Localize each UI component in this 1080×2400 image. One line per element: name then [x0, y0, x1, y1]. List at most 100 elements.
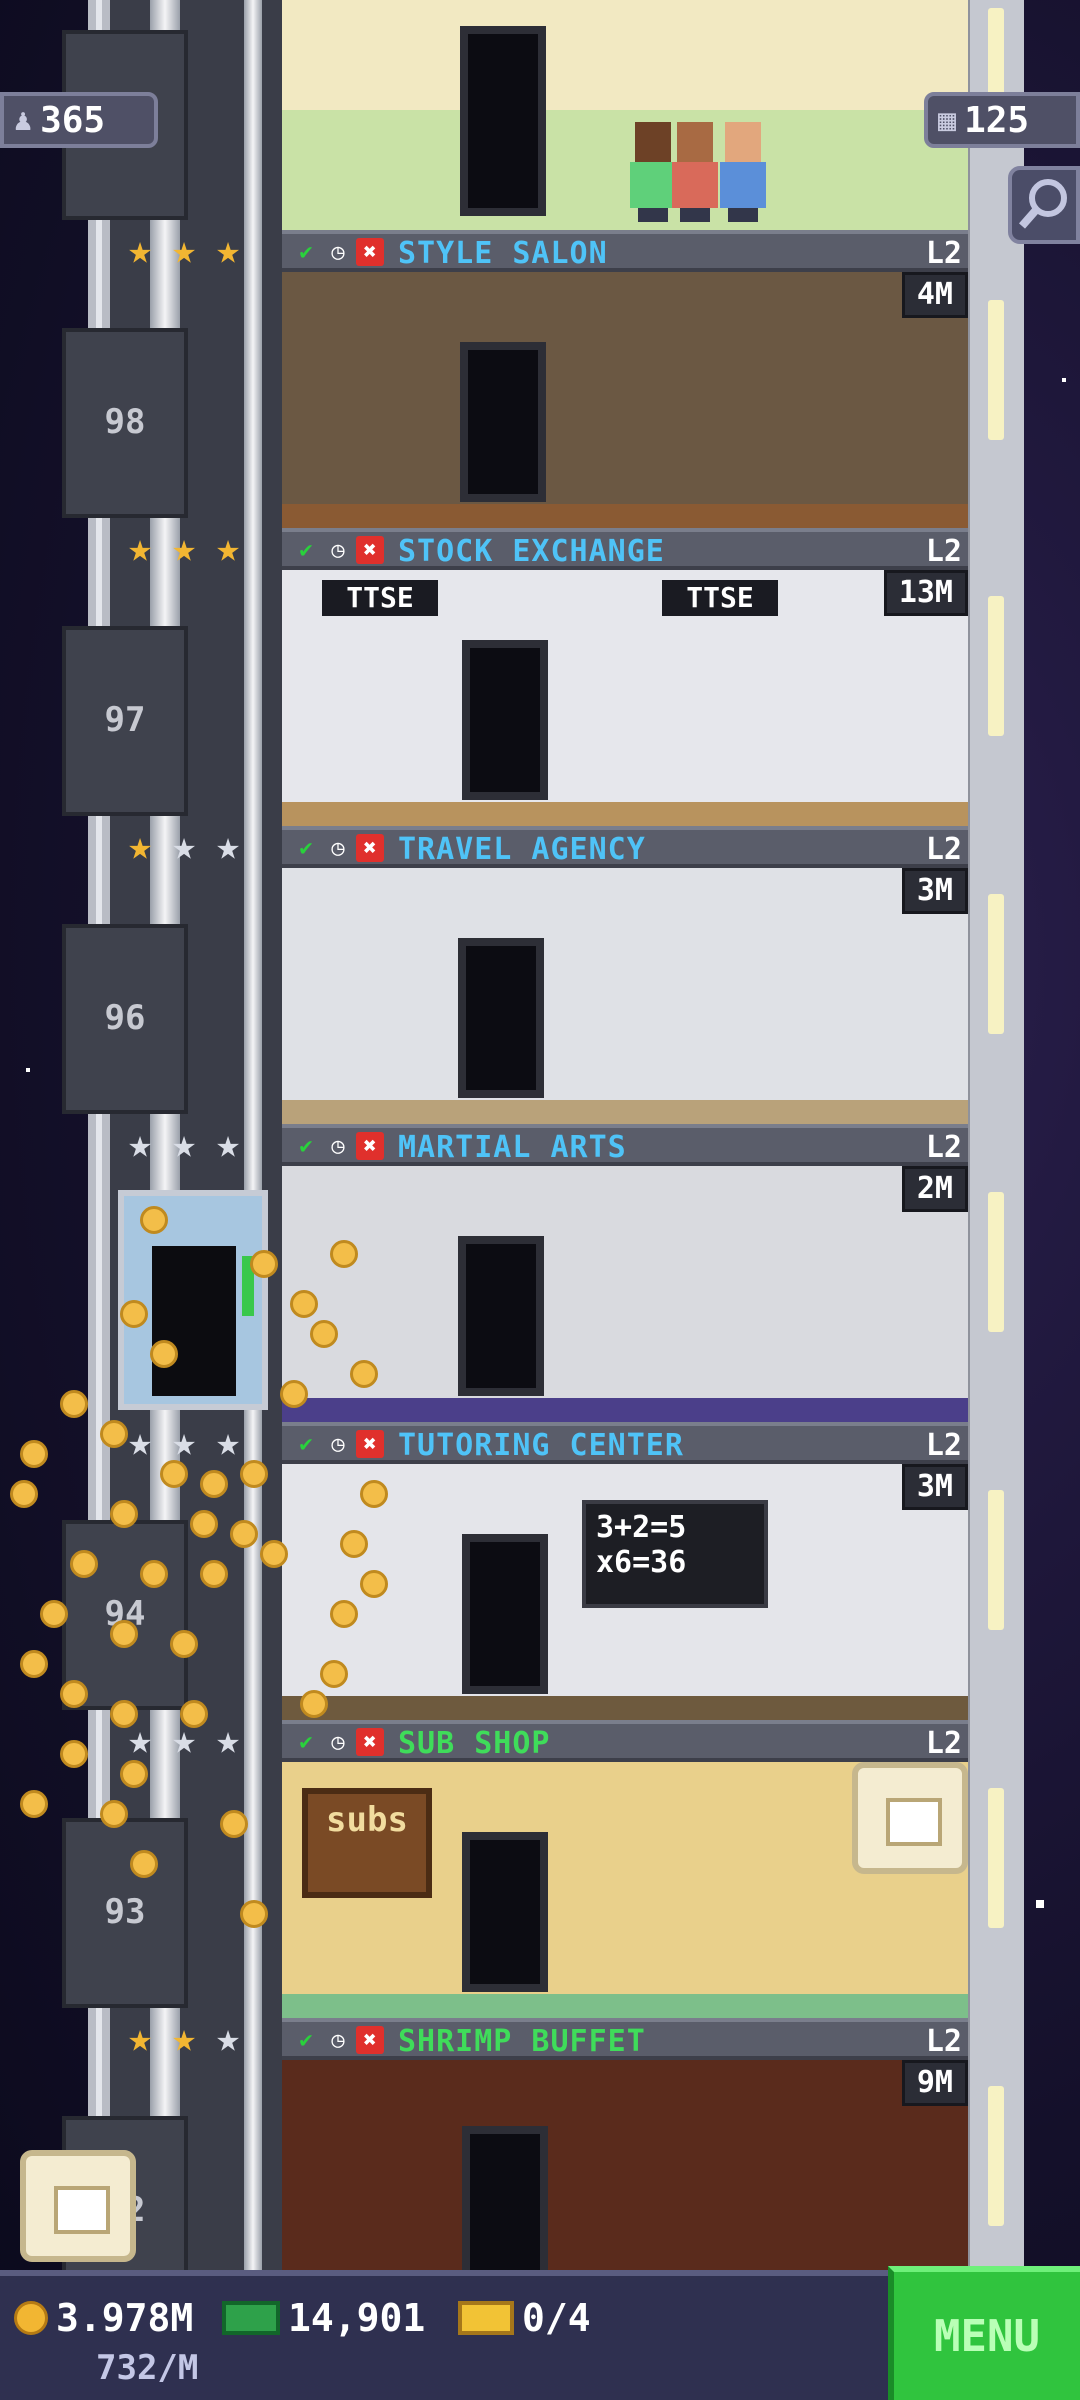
floor-stars: ★ ★ ★	[120, 1422, 280, 1466]
clock-icon: ◷	[331, 1729, 345, 1755]
floor-name: SHRIMP BUFFET	[398, 2024, 646, 2059]
coin-icon	[220, 1810, 248, 1838]
clock-icon: ◷	[331, 835, 345, 861]
magnifier-icon	[1018, 179, 1067, 229]
floor-stars: ★ ★ ★	[120, 826, 280, 870]
floor-name: TUTORING CENTER	[398, 1428, 684, 1463]
floor-stars: ★ ★ ★	[120, 1124, 280, 1168]
star-icon: ★	[171, 823, 197, 869]
person-icon	[630, 122, 676, 222]
income-tag[interactable]: 9M	[901, 2060, 968, 2106]
star-icon: ★	[171, 1717, 197, 1763]
star-icon: ★	[171, 2015, 197, 2061]
star-icon: ★	[171, 227, 197, 273]
floor-tutoring-center[interactable]: ✔ ◷ ✖ TUTORING CENTER L2 3+2=5 x6=36 3M	[282, 1422, 968, 1720]
build-crate-button[interactable]	[852, 1762, 968, 1874]
bux-value: 14,901	[288, 2296, 426, 2340]
floor-header: ✔ ◷ ✖ STYLE SALON L2	[282, 230, 968, 272]
income-tag[interactable]: 3M	[901, 1464, 968, 1510]
coin-icon	[120, 1300, 148, 1328]
room-interior: TTSE TTSE	[282, 570, 968, 826]
star-icon: ★	[215, 823, 241, 869]
income-tag[interactable]: 4M	[901, 272, 968, 318]
elevator-door	[152, 1246, 236, 1396]
floor-martial-arts[interactable]: ✔ ◷ ✖ MARTIAL ARTS L2 2M	[282, 1124, 968, 1422]
coin-icon	[60, 1740, 88, 1768]
floor-name: SUB SHOP	[398, 1726, 551, 1761]
coin-icon	[290, 1290, 318, 1318]
floor-stock-exchange[interactable]: ✔ ◷ ✖ STOCK EXCHANGE L2 TTSE TTSE 13M	[282, 528, 968, 826]
floor-stars: ★ ★ ★	[120, 1720, 280, 1764]
room-floor	[282, 802, 968, 826]
income-tag[interactable]: 3M	[901, 868, 968, 914]
income-tag[interactable]: 2M	[901, 1166, 968, 1212]
elevator-floor-number: 93	[104, 1892, 146, 1932]
tower-bux-icon	[222, 2301, 280, 2335]
floor-top-partial[interactable]	[282, 0, 968, 230]
coin-icon	[20, 1790, 48, 1818]
star-icon: ★	[127, 823, 153, 869]
star-icon: ★	[127, 1419, 153, 1465]
coin-icon	[20, 1650, 48, 1678]
menu-button[interactable]: MENU	[888, 2266, 1080, 2400]
ttse-sign: TTSE	[322, 580, 438, 616]
coin-icon	[280, 1380, 308, 1408]
chalkboard-line: x6=36	[596, 1545, 687, 1580]
build-crate-button[interactable]	[20, 2150, 136, 2262]
crate-icon	[54, 2186, 110, 2234]
coin-icon	[300, 1690, 328, 1718]
star-icon: ★	[127, 1717, 153, 1763]
search-button[interactable]	[1008, 166, 1080, 244]
population-badge[interactable]: ♟ 365	[0, 92, 158, 148]
coin-icon	[320, 1660, 348, 1688]
menu-label: MENU	[934, 2310, 1040, 2362]
clock-icon: ◷	[331, 1133, 345, 1159]
room-floor	[282, 1398, 968, 1422]
coin-icon	[230, 1520, 258, 1548]
income-rate-value: 732/M	[96, 2348, 199, 2388]
bux-display[interactable]: 14,901	[222, 2296, 425, 2340]
room-door	[458, 1236, 544, 1396]
star-icon: ★	[171, 525, 197, 571]
coins-display[interactable]: 3.978M	[14, 2296, 193, 2340]
room-floor	[282, 504, 968, 528]
room-door	[460, 342, 546, 502]
floor-level: L2	[925, 1726, 962, 1761]
tickets-display[interactable]: 0/4	[458, 2296, 591, 2340]
coin-icon	[340, 1530, 368, 1558]
star-icon: ★	[127, 525, 153, 571]
background-star	[26, 1068, 30, 1072]
check-icon: ✔	[299, 1133, 313, 1159]
check-icon: ✔	[299, 2027, 313, 2053]
floors-badge[interactable]: ▦ 125	[924, 92, 1080, 148]
income-rate: 732/M	[96, 2348, 198, 2388]
floor-level: L2	[925, 2024, 962, 2059]
coins-value: 3.978M	[56, 2296, 194, 2340]
coin-icon	[330, 1240, 358, 1268]
income-tag[interactable]: 13M	[883, 570, 968, 616]
tickets-value: 0/4	[522, 2296, 591, 2340]
close-icon: ✖	[356, 536, 384, 564]
star-icon: ★	[127, 227, 153, 273]
room-interior	[282, 272, 968, 528]
room-floor	[282, 1696, 968, 1720]
floor-stars: ★ ★ ★	[120, 230, 280, 274]
close-icon: ✖	[356, 834, 384, 862]
coin-icon	[250, 1250, 278, 1278]
person-icon: ♟	[14, 102, 33, 138]
check-icon: ✔	[299, 1431, 313, 1457]
floor-travel-agency[interactable]: ✔ ◷ ✖ TRAVEL AGENCY L2 3M	[282, 826, 968, 1124]
floor-style-salon[interactable]: ✔ ◷ ✖ STYLE SALON L2 4M	[282, 230, 968, 528]
floor-header: ✔ ◷ ✖ SUB SHOP L2	[282, 1720, 968, 1762]
floor-name: TRAVEL AGENCY	[398, 832, 646, 867]
coin-icon	[40, 1600, 68, 1628]
star-icon: ★	[127, 1121, 153, 1167]
floor-name: STYLE SALON	[398, 236, 608, 271]
floor-level: L2	[925, 236, 962, 271]
floor-stars: ★ ★ ★	[120, 2018, 280, 2062]
person-icon	[672, 122, 718, 222]
coin-icon	[110, 1500, 138, 1528]
coin-icon	[150, 1340, 178, 1368]
star-icon: ★	[215, 2015, 241, 2061]
coin-icon	[10, 1480, 38, 1508]
